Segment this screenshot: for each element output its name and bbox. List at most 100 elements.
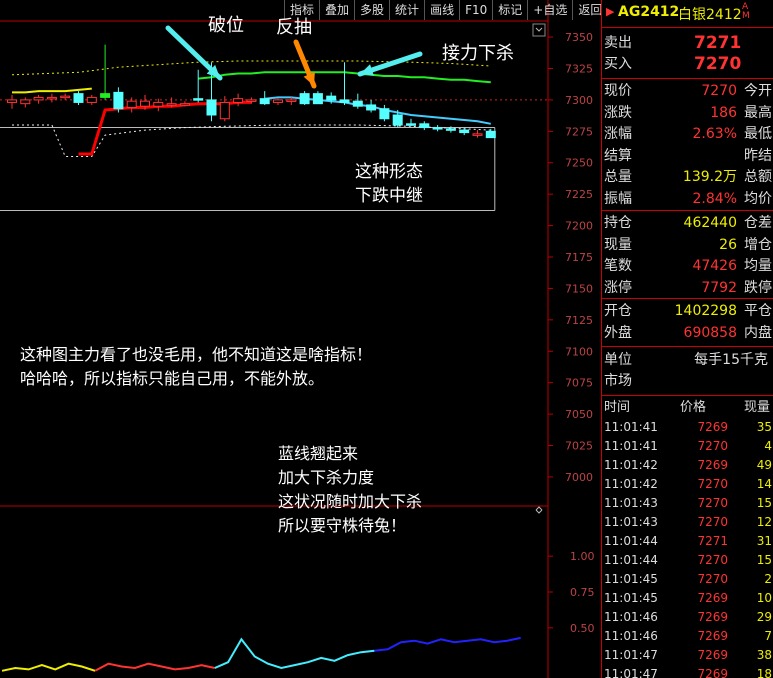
position-label2: 跌停: [744, 279, 772, 296]
annotation-pattern: 这种形态 下跌中继: [355, 160, 423, 208]
candle-body: [259, 98, 270, 105]
y-tick-label: 7075: [565, 377, 593, 390]
ask-row: 卖出 7271: [602, 33, 773, 54]
ticks-header-volume: 现量: [743, 400, 770, 415]
tick-row: 11:01:46 7269 7: [602, 627, 773, 646]
tick-time: 11:01:46: [604, 629, 658, 643]
tick-time: 11:01:47: [604, 648, 658, 662]
tick-row: 11:01:44 7271 31: [602, 532, 773, 551]
toolbar-item[interactable]: 画线: [424, 0, 459, 20]
y-tick-label: 7200: [565, 220, 593, 233]
unit-value: 每手15千克: [694, 352, 768, 368]
candle-body: [485, 130, 496, 139]
ticks-header: 时间 价格 现量: [602, 398, 773, 417]
flow-value: 1402298: [674, 303, 737, 319]
candle-body: [46, 96, 57, 100]
market-label: 市场: [604, 373, 632, 389]
ask-value: 7271: [694, 33, 742, 53]
candle-body: [86, 96, 97, 103]
position-value: 462440: [683, 215, 737, 231]
tick-row: 11:01:47 7269 18: [602, 665, 773, 678]
position-label: 涨停: [604, 279, 632, 296]
tick-price: 7270: [697, 553, 728, 567]
y-tick-label: 7225: [565, 188, 593, 201]
tick-volume: 18: [756, 667, 772, 678]
candle-body: [392, 114, 403, 126]
candle-body: [7, 99, 17, 103]
unit-label: 单位: [604, 352, 632, 368]
stat-label2: 最高: [744, 104, 772, 121]
candle-body: [286, 99, 297, 102]
position-label2: 均量: [744, 258, 772, 274]
candle-body: [312, 93, 323, 105]
tick-time: 11:01:41: [604, 420, 658, 434]
tick-price: 7270: [697, 439, 728, 453]
tick-price: 7269: [697, 591, 728, 605]
yellow-line: [12, 87, 92, 94]
chevron-down-icon: [535, 27, 543, 32]
divider: [602, 298, 773, 299]
candle-body: [20, 99, 31, 105]
annotation-pattern-line: 下跌中继: [355, 186, 423, 206]
stat-label: 结算: [604, 147, 632, 164]
stat-label: 涨幅: [604, 126, 632, 142]
candle-body: [299, 93, 310, 105]
candle-body: [179, 103, 190, 106]
chevron-down-icon: [535, 509, 543, 514]
toolbar-item[interactable]: 统计: [389, 0, 424, 20]
annotation-note-line: 哈哈哈，所以指标只能自己用，不能外放。: [20, 369, 325, 388]
tick-volume: 38: [756, 648, 772, 662]
stat-row: 振幅 2.84% 均价: [602, 189, 773, 210]
tick-time: 11:01:41: [604, 439, 658, 453]
tick-row: 11:01:46 7269 29: [602, 608, 773, 627]
y-tick-label: 7125: [565, 314, 593, 327]
y-tick-label: 7025: [565, 440, 593, 453]
tick-volume: 15: [756, 553, 772, 567]
annotation-blue-line: 加大下杀力度: [278, 468, 375, 487]
candle-body: [153, 101, 164, 107]
candle-body: [140, 100, 150, 107]
position-label: 持仓: [604, 215, 632, 231]
toolbar: 指标 叠加 多股 统计 画线 F10 标记 +自选 返回: [284, 0, 607, 20]
tick-price: 7270: [697, 515, 728, 529]
flow-row: 外盘 690858 内盘: [602, 323, 773, 344]
candle-body: [419, 123, 430, 129]
toolbar-item[interactable]: +自选: [527, 0, 572, 20]
bid-label: 买入: [604, 56, 632, 72]
position-row: 笔数 47426 均量: [602, 256, 773, 277]
stat-label2: 总额: [744, 169, 772, 185]
stat-row: 涨跌 186 最高: [602, 103, 773, 124]
flow-label2: 平仓: [744, 303, 772, 319]
candle-body: [459, 129, 470, 134]
toolbar-item[interactable]: 多股: [354, 0, 389, 20]
bid-row: 买入 7270: [602, 54, 773, 75]
tick-row: 11:01:42 7270 14: [602, 475, 773, 494]
y-tick-label: 7150: [565, 282, 593, 295]
tick-time: 11:01:47: [604, 667, 658, 678]
toolbar-item[interactable]: 叠加: [319, 0, 354, 20]
stat-row: 结算 昨结: [602, 146, 773, 167]
ask-label: 卖出: [604, 35, 632, 51]
stat-value: 7270: [701, 83, 737, 99]
arrow-relay-head: [360, 64, 374, 76]
tick-volume: 15: [756, 496, 772, 510]
candle-body: [273, 99, 283, 103]
candle-body: [73, 93, 84, 103]
candle-body: [233, 98, 244, 103]
contract-name: 白银2412: [678, 7, 742, 23]
candle-body: [113, 91, 124, 110]
annotation-blue-line: 这状况随时加大下杀: [278, 492, 423, 511]
position-label2: 仓差: [744, 215, 772, 231]
y-tick-label: 0.50: [570, 622, 595, 635]
toolbar-item[interactable]: 标记: [492, 0, 527, 20]
stat-label: 总量: [604, 169, 632, 185]
toolbar-item[interactable]: F10: [459, 0, 492, 20]
bid-value: 7270: [694, 54, 742, 74]
tick-row: 11:01:45 7270 2: [602, 570, 773, 589]
candle-body: [33, 96, 44, 101]
tick-row: 11:01:43 7270 15: [602, 494, 773, 513]
candle-body: [352, 100, 363, 107]
y-tick-label: 7050: [565, 408, 593, 421]
tick-volume: 49: [756, 458, 772, 472]
y-tick-label: 7100: [565, 345, 593, 358]
